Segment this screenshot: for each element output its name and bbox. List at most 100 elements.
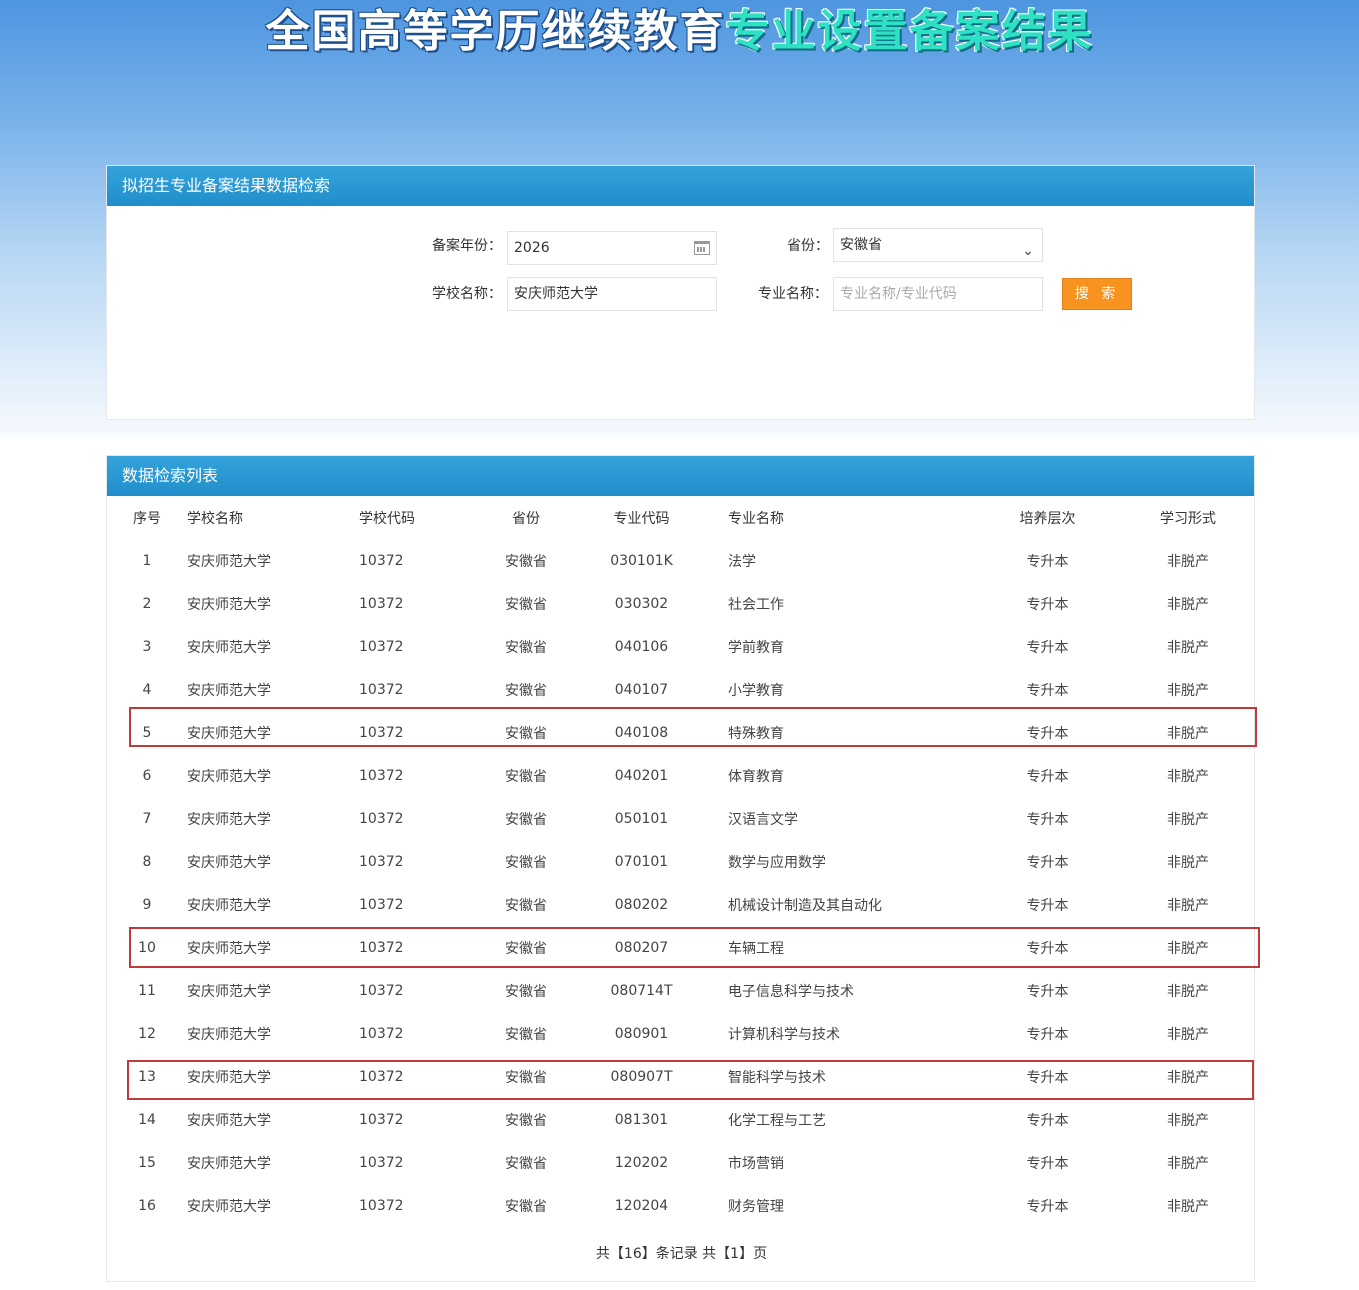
cell-province: 安徽省 (505, 897, 547, 914)
cell-major-code: 030302 (614, 595, 669, 612)
province-select[interactable]: 安徽省 ⌄ (833, 228, 1043, 262)
cell-row-index: 7 (142, 810, 152, 827)
cell-study-form: 非脱产 (1167, 639, 1209, 656)
cell-major-code: 080901 (614, 1025, 669, 1042)
cell-major-name: 小学教育 (728, 682, 784, 699)
cell-row-index: 6 (142, 767, 152, 784)
column-header-school-code: 学校代码 (359, 510, 415, 527)
cell-school-name: 安庆师范大学 (187, 553, 271, 570)
cell-province: 安徽省 (505, 682, 547, 699)
results-panel-header: 数据检索列表 (107, 456, 1254, 496)
cell-level: 专升本 (1026, 1112, 1069, 1129)
school-label: 学校名称： (432, 286, 502, 302)
table-row: 7 安庆师范大学 10372 安徽省 050101 汉语言文学 专升本 非脱产 (107, 797, 1256, 840)
cell-study-form: 非脱产 (1167, 811, 1209, 828)
cell-major-name: 体育教育 (728, 768, 784, 785)
table-row: 14 安庆师范大学 10372 安徽省 081301 化学工程与工艺 专升本 非脱产 (107, 1098, 1256, 1141)
cell-major-code: 120204 (614, 1197, 669, 1214)
cell-school-code: 10372 (359, 982, 404, 999)
cell-school-code: 10372 (359, 810, 404, 827)
cell-school-code: 10372 (359, 896, 404, 913)
cell-level: 专升本 (1026, 682, 1069, 699)
pagination-summary: 共【16】条记录 共【1】页 (595, 1246, 768, 1262)
cell-row-index: 8 (142, 853, 152, 870)
cell-major-name: 数学与应用数学 (728, 854, 826, 871)
cell-school-name: 安庆师范大学 (187, 854, 271, 871)
column-header-level: 培养层次 (1019, 510, 1076, 527)
cell-province: 安徽省 (505, 596, 547, 613)
cell-row-index: 12 (138, 1025, 156, 1042)
cell-school-code: 10372 (359, 552, 404, 569)
cell-major-name: 学前教育 (728, 639, 784, 656)
cell-province: 安徽省 (505, 983, 547, 1000)
cell-level: 专升本 (1026, 639, 1069, 656)
cell-row-index: 16 (138, 1197, 156, 1214)
cell-study-form: 非脱产 (1167, 1198, 1209, 1215)
cell-level: 专升本 (1026, 596, 1069, 613)
chevron-down-icon: ⌄ (1022, 243, 1034, 259)
cell-school-name: 安庆师范大学 (187, 1112, 271, 1129)
cell-province: 安徽省 (505, 811, 547, 828)
table-row: 15 安庆师范大学 10372 安徽省 120202 市场营销 专升本 非脱产 (107, 1141, 1256, 1184)
cell-province: 安徽省 (505, 1026, 547, 1043)
cell-study-form: 非脱产 (1167, 553, 1209, 570)
cell-school-code: 10372 (359, 1111, 404, 1128)
year-input[interactable]: 2026 (507, 231, 717, 265)
cell-school-code: 10372 (359, 1025, 404, 1042)
table-row: 4 安庆师范大学 10372 安徽省 040107 小学教育 专升本 非脱产 (107, 668, 1256, 711)
table-row: 8 安庆师范大学 10372 安徽省 070101 数学与应用数学 专升本 非脱产 (107, 840, 1256, 883)
cell-school-code: 10372 (359, 595, 404, 612)
cell-school-name: 安庆师范大学 (187, 897, 271, 914)
cell-province: 安徽省 (505, 854, 547, 871)
cell-major-name: 电子信息科学与技术 (728, 983, 854, 1000)
year-value: 2026 (514, 240, 550, 256)
cell-study-form: 非脱产 (1167, 1112, 1209, 1129)
cell-school-name: 安庆师范大学 (187, 1198, 271, 1215)
cell-row-index: 3 (142, 638, 152, 655)
highlight-box-row-13 (127, 1060, 1254, 1100)
search-button[interactable]: 搜 索 (1062, 278, 1132, 310)
cell-major-name: 计算机科学与技术 (728, 1026, 840, 1043)
cell-study-form: 非脱产 (1167, 768, 1209, 785)
cell-major-name: 市场营销 (728, 1155, 784, 1172)
cell-row-index: 11 (138, 982, 156, 999)
cell-level: 专升本 (1026, 1026, 1069, 1043)
cell-major-code: 040107 (614, 681, 669, 698)
cell-province: 安徽省 (505, 1198, 547, 1215)
column-header-school-name: 学校名称 (187, 510, 243, 527)
table-row: 3 安庆师范大学 10372 安徽省 040106 学前教育 专升本 非脱产 (107, 625, 1256, 668)
cell-major-name: 法学 (728, 553, 756, 570)
cell-school-code: 10372 (359, 681, 404, 698)
search-panel: 拟招生专业备案结果数据检索 备案年份： 2026 省份： 安徽省 ⌄ 学校名称：… (106, 165, 1255, 420)
table-row: 2 安庆师范大学 10372 安徽省 030302 社会工作 专升本 非脱产 (107, 582, 1256, 625)
cell-major-name: 汉语言文学 (728, 811, 798, 828)
cell-level: 专升本 (1026, 553, 1069, 570)
school-value: 安庆师范大学 (514, 286, 598, 302)
cell-province: 安徽省 (505, 1155, 547, 1172)
table-row: 11 安庆师范大学 10372 安徽省 080714T 电子信息科学与技术 专升本 非脱产 (107, 969, 1256, 1012)
cell-study-form: 非脱产 (1167, 682, 1209, 699)
cell-school-name: 安庆师范大学 (187, 811, 271, 828)
major-label: 专业名称： (758, 286, 828, 302)
cell-major-code: 120202 (614, 1154, 669, 1171)
cell-school-code: 10372 (359, 1154, 404, 1171)
cell-row-index: 14 (138, 1111, 156, 1128)
cell-level: 专升本 (1026, 854, 1069, 871)
column-header-index: 序号 (133, 510, 161, 527)
cell-major-name: 财务管理 (728, 1198, 784, 1215)
cell-study-form: 非脱产 (1167, 897, 1209, 914)
cell-level: 专升本 (1026, 897, 1069, 914)
major-placeholder: 专业名称/专业代码 (840, 286, 957, 302)
cell-level: 专升本 (1026, 983, 1069, 1000)
school-input[interactable]: 安庆师范大学 (507, 277, 717, 311)
major-input[interactable]: 专业名称/专业代码 (833, 277, 1043, 311)
table-header-row: 序号 学校名称 学校代码 省份 专业代码 专业名称 培养层次 学习形式 (107, 496, 1256, 539)
cell-major-name: 机械设计制造及其自动化 (728, 897, 882, 914)
calendar-icon[interactable] (694, 241, 710, 255)
cell-school-code: 10372 (359, 767, 404, 784)
column-header-province: 省份 (512, 510, 540, 527)
cell-level: 专升本 (1026, 768, 1069, 785)
cell-province: 安徽省 (505, 1112, 547, 1129)
table-row: 16 安庆师范大学 10372 安徽省 120204 财务管理 专升本 非脱产 (107, 1184, 1256, 1227)
cell-row-index: 15 (138, 1154, 156, 1171)
